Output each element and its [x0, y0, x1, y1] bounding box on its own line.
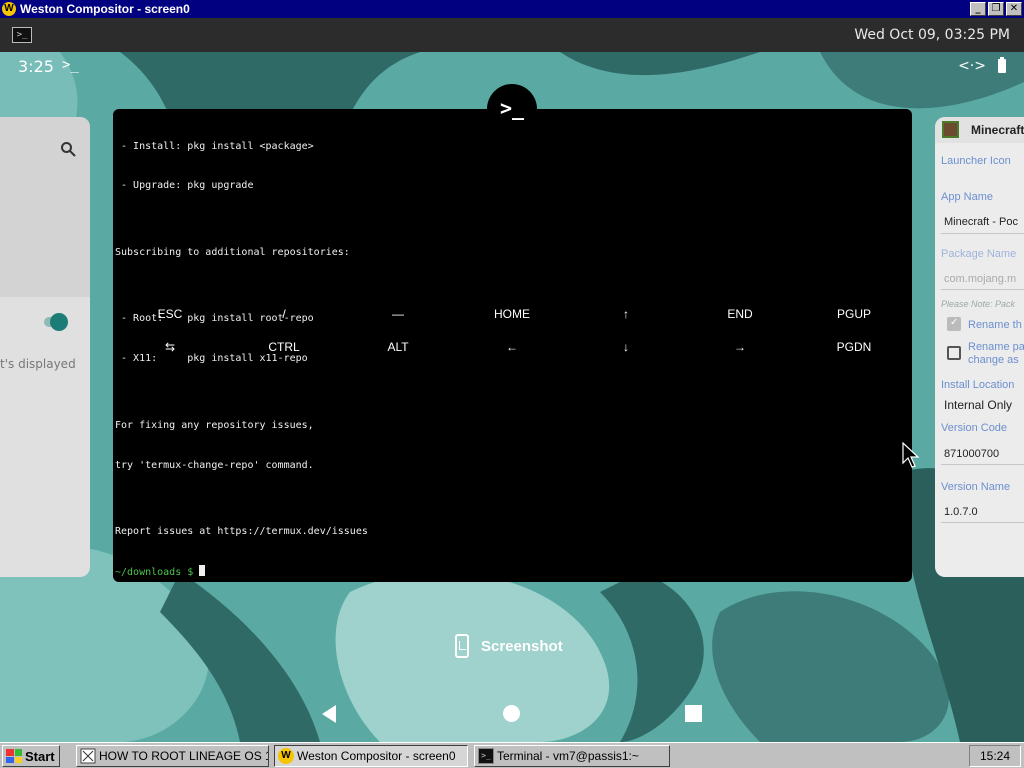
terminal-prompt-line[interactable]: ~/downloads $ [115, 565, 368, 579]
back-icon[interactable] [322, 705, 336, 723]
taskbar-item-label: Weston Compositor - screen0 [297, 749, 456, 763]
weston-panel: >_ Wed Oct 09, 03:25 PM [0, 18, 1024, 52]
key-pgup[interactable]: PGUP [797, 307, 911, 321]
key-ctrl[interactable]: CTRL [227, 340, 341, 354]
key-alt[interactable]: ALT [341, 340, 455, 354]
taskbar-item-browser[interactable]: HOW TO ROOT LINEAGE OS 1... [76, 745, 269, 767]
weston-app-icon: W [2, 2, 16, 16]
key-right[interactable]: → [683, 340, 797, 354]
mouse-pointer-icon [902, 442, 920, 468]
taskbar-item-terminal[interactable]: >_ Terminal - vm7@passis1:~ [474, 745, 670, 767]
package-name-value[interactable]: com.mojang.m [944, 273, 1016, 285]
key-esc[interactable]: ESC [113, 307, 227, 321]
terminal-line: - Install: pkg install <package> [115, 140, 314, 152]
screenshot-button[interactable]: Screenshot [455, 634, 563, 658]
version-name-value[interactable]: 1.0.7.0 [944, 506, 978, 518]
rename-package-checkbox[interactable] [947, 346, 961, 360]
android-recents-screen: 3:25 >_ <·> t's displayed - Install: pkg… [0, 52, 1024, 742]
android-status-time: 3:25 [18, 57, 54, 76]
minimize-button[interactable]: _ [970, 2, 986, 16]
extra-keys-bar: ESC / — HOME ↑ END PGUP ⇆ CTRL ALT ← ↓ →… [113, 297, 912, 363]
window-title: Weston Compositor - screen0 [20, 2, 190, 16]
screen: W Weston Compositor - screen0 _ ❐ ✕ >_ W… [0, 0, 1024, 768]
version-code-label: Version Code [941, 422, 1008, 434]
screenshot-label: Screenshot [481, 637, 563, 655]
termux-notification-icon: >_ [62, 57, 79, 73]
install-location-value[interactable]: Internal Only [944, 398, 1012, 412]
recent-app-card-right[interactable]: Minecraft Launcher Icon App Name Minecra… [935, 117, 1024, 577]
key-tab[interactable]: ⇆ [113, 340, 227, 354]
taskbar: Start HOW TO ROOT LINEAGE OS 1... W West… [0, 742, 1024, 768]
key-pgdn[interactable]: PGDN [797, 340, 911, 354]
package-note: Please Note: Pack [941, 299, 1016, 309]
extra-keys-row-1: ESC / — HOME ↑ END PGUP [113, 297, 912, 330]
key-down[interactable]: ↓ [569, 340, 683, 354]
window-titlebar[interactable]: W Weston Compositor - screen0 _ ❐ ✕ [0, 0, 1024, 18]
network-icon: <·> [958, 58, 986, 74]
search-icon[interactable] [60, 141, 76, 161]
key-slash[interactable]: / [227, 307, 341, 321]
weston-icon: W [278, 748, 294, 764]
key-left[interactable]: ← [455, 340, 569, 354]
browser-icon [80, 748, 96, 764]
package-name-underline [941, 289, 1024, 290]
rename-package-label-2: change as [968, 354, 1019, 366]
termux-recent-card[interactable]: - Install: pkg install <package> - Upgra… [113, 109, 912, 582]
toggle-switch[interactable] [50, 313, 68, 331]
terminal-prompt: ~/downloads $ [115, 567, 200, 579]
rename-label: Rename th [968, 319, 1022, 331]
app-name-underline [941, 233, 1024, 234]
card-left-text: t's displayed [0, 357, 76, 371]
start-button[interactable]: Start [2, 745, 60, 767]
terminal-line: - Upgrade: pkg upgrade [115, 180, 254, 192]
launcher-icon-label: Launcher Icon [941, 155, 1011, 167]
app-name-label: App Name [941, 191, 993, 203]
card-right-app-title: Minecraft [971, 123, 1024, 137]
rename-checkbox[interactable] [947, 317, 961, 331]
app-name-value[interactable]: Minecraft - Poc [944, 216, 1018, 228]
home-icon[interactable] [503, 705, 520, 722]
maximize-button[interactable]: ❐ [988, 2, 1004, 16]
rename-package-label-1: Rename pa [968, 341, 1024, 353]
version-name-underline [941, 522, 1024, 523]
windows-logo-icon [6, 749, 22, 763]
terminal-cursor [199, 565, 206, 577]
panel-clock: Wed Oct 09, 03:25 PM [854, 27, 1010, 43]
version-code-value[interactable]: 871000700 [944, 448, 999, 460]
taskbar-item-label: Terminal - vm7@passis1:~ [497, 749, 639, 763]
terminal-launcher-icon[interactable]: >_ [12, 27, 32, 43]
recent-app-card-left[interactable]: t's displayed [0, 117, 90, 577]
taskbar-item-weston[interactable]: W Weston Compositor - screen0 [274, 745, 468, 767]
key-dash[interactable]: — [341, 307, 455, 321]
battery-icon [998, 57, 1006, 73]
start-label: Start [25, 748, 55, 764]
status-icons: <·> [958, 57, 1006, 74]
package-name-label: Package Name [941, 248, 1017, 260]
taskbar-item-label: HOW TO ROOT LINEAGE OS 1... [99, 749, 269, 763]
version-code-underline [941, 464, 1024, 465]
recents-icon[interactable] [685, 705, 702, 722]
termux-app-icon[interactable]: >_ [487, 84, 537, 134]
terminal-line: try 'termux-change-repo' command. [115, 459, 314, 471]
window-controls: _ ❐ ✕ [970, 2, 1022, 16]
card-left-header [0, 117, 90, 297]
terminal-line: Report issues at https://termux.dev/issu… [115, 526, 368, 538]
terminal-icon: >_ [478, 748, 494, 764]
taskbar-clock: 15:24 [969, 745, 1021, 767]
key-home[interactable]: HOME [455, 307, 569, 321]
terminal-line: For fixing any repository issues, [115, 419, 314, 431]
key-end[interactable]: END [683, 307, 797, 321]
close-button[interactable]: ✕ [1006, 2, 1022, 16]
terminal-line: Subscribing to additional repositories: [115, 246, 350, 258]
version-name-label: Version Name [941, 481, 1011, 493]
key-up[interactable]: ↑ [569, 307, 683, 321]
minecraft-app-icon [942, 121, 959, 138]
extra-keys-row-2: ⇆ CTRL ALT ← ↓ → PGDN [113, 330, 912, 363]
install-location-label: Install Location [941, 379, 1015, 391]
phone-screenshot-icon [455, 634, 469, 658]
